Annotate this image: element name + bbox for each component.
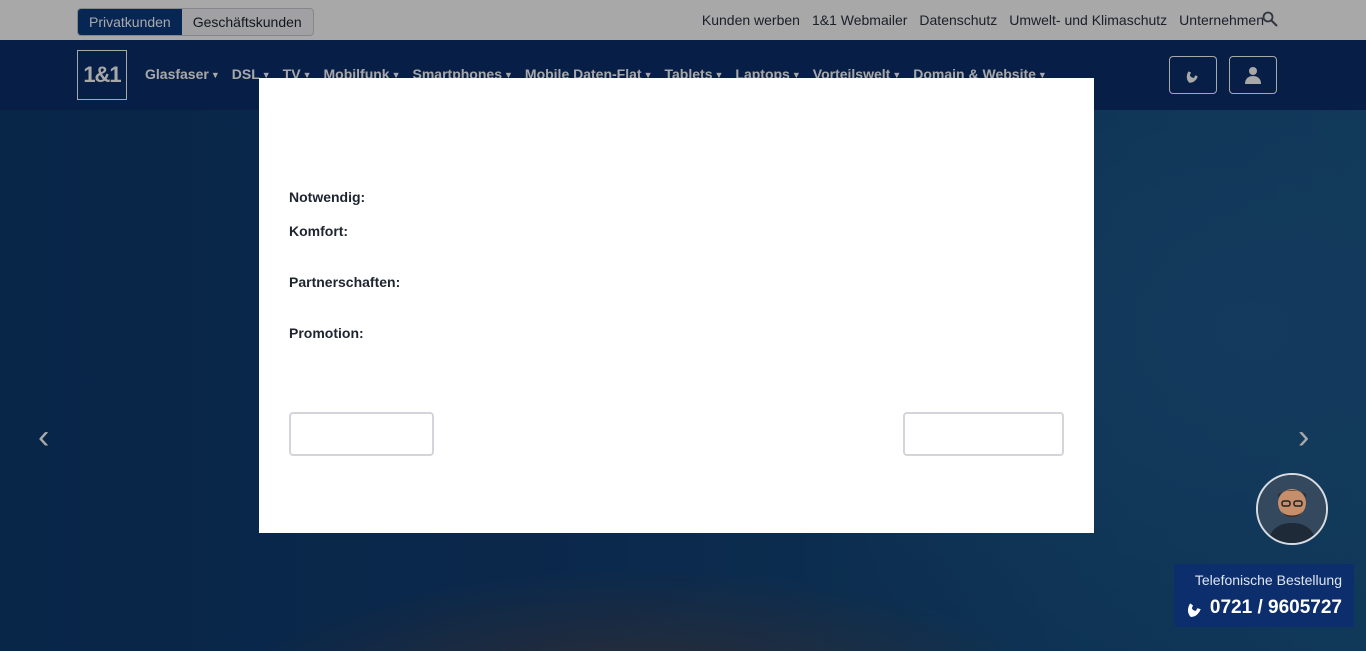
phone-number[interactable]: 0721 / 9605727 xyxy=(1210,597,1342,619)
consent-label-comfort: Komfort: xyxy=(289,223,349,239)
phone-icon xyxy=(1188,603,1201,617)
cookie-consent-dialog: Notwendig: Komfort: Partnerschaften: Pro… xyxy=(259,78,1094,533)
consent-primary-button[interactable] xyxy=(903,412,1064,456)
phone-order-title: Telefonische Bestellung xyxy=(1194,572,1342,588)
advisor-photo xyxy=(1258,475,1326,543)
consent-label-partnerships: Partnerschaften: xyxy=(289,274,401,290)
consent-secondary-button[interactable] xyxy=(289,412,434,456)
consent-label-necessary: Notwendig: xyxy=(289,189,366,205)
consent-label-promotion: Promotion: xyxy=(289,325,364,341)
advisor-avatar[interactable] xyxy=(1256,473,1328,545)
phone-order-widget[interactable]: Telefonische Bestellung 0721 / 9605727 xyxy=(1174,564,1354,627)
